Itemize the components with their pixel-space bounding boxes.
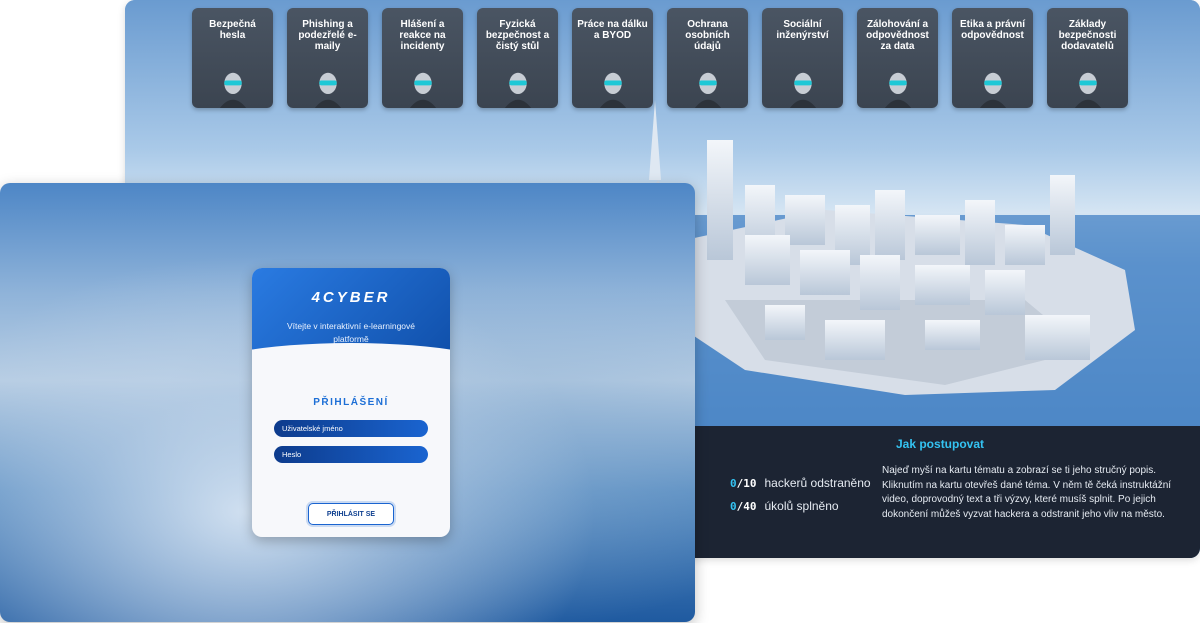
- screen: Bezpečná hesla Phishing a podezřelé e-ma…: [0, 0, 1200, 623]
- topic-card-remote-work[interactable]: Práce na dálku a BYOD: [572, 8, 653, 108]
- topic-card-social-engineering[interactable]: Sociální inženýrství: [762, 8, 843, 108]
- topic-card-physical-security[interactable]: Fyzická bezpečnost a čistý stůl: [477, 8, 558, 108]
- login-window: 4CYBER Vítejte v interaktivní e-learning…: [0, 183, 695, 622]
- login-button[interactable]: PŘIHLÁSIT SE: [308, 503, 394, 525]
- topic-title: Hlášení a reakce na incidenty: [399, 19, 446, 52]
- topic-title: Sociální inženýrství: [776, 19, 829, 41]
- topic-card-ethics[interactable]: Etika a právní odpovědnost: [952, 8, 1033, 108]
- topic-card-passwords[interactable]: Bezpečná hesla: [192, 8, 273, 108]
- progress-panel: 0/10 hackerů odstraněno 0/40 úkolů splně…: [695, 426, 1200, 558]
- topic-card-incidents[interactable]: Hlášení a reakce na incidenty: [382, 8, 463, 108]
- hacker-avatar-icon: [883, 72, 912, 108]
- tasks-stat: 0/40 úkolů splněno: [730, 499, 839, 513]
- topic-title: Základy bezpečnosti dodavatelů: [1058, 19, 1117, 52]
- topic-card-suppliers[interactable]: Základy bezpečnosti dodavatelů: [1047, 8, 1128, 108]
- brand-logo: 4CYBER: [311, 289, 391, 306]
- tasks-label: úkolů splněno: [764, 499, 839, 513]
- tasks-done-value: 0: [730, 500, 737, 513]
- topic-card-phishing[interactable]: Phishing a podezřelé e-maily: [287, 8, 368, 108]
- login-card: 4CYBER Vítejte v interaktivní e-learning…: [252, 268, 450, 537]
- howto-title: Jak postupovat: [896, 437, 985, 451]
- hacker-avatar-icon: [693, 72, 722, 108]
- topic-title: Bezpečná hesla: [209, 19, 256, 41]
- hacker-avatar-icon: [313, 72, 342, 108]
- tasks-total-value: /40: [736, 500, 757, 513]
- topic-title: Zálohování a odpovědnost za data: [866, 19, 929, 52]
- topic-title: Ochrana osobních údajů: [685, 19, 730, 52]
- topic-title: Phishing a podezřelé e-maily: [298, 19, 357, 52]
- hacker-avatar-icon: [978, 72, 1007, 108]
- howto-text: Najeď myší na kartu tématu a zobrazí se …: [882, 465, 1172, 520]
- hackers-total-value: /10: [736, 477, 757, 490]
- hackers-count: 0/10: [730, 477, 757, 490]
- hacker-avatar-icon: [503, 72, 532, 108]
- password-input[interactable]: [274, 446, 428, 463]
- hacker-avatar-icon: [218, 72, 247, 108]
- login-header-curve: [252, 343, 450, 403]
- topic-title: Práce na dálku a BYOD: [577, 19, 648, 41]
- welcome-text: Vítejte v interaktivní e-learningové pla…: [286, 321, 416, 344]
- topic-card-backup[interactable]: Zálohování a odpovědnost za data: [857, 8, 938, 108]
- hacker-avatar-icon: [1073, 72, 1102, 108]
- hacker-avatar-icon: [408, 72, 437, 108]
- hacker-avatar-icon: [788, 72, 817, 108]
- topic-title: Etika a právní odpovědnost: [959, 19, 1026, 41]
- hacker-avatar-icon: [598, 72, 627, 108]
- topic-title: Fyzická bezpečnost a čistý stůl: [485, 19, 550, 52]
- topic-card-personal-data[interactable]: Ochrana osobních údajů: [667, 8, 748, 108]
- hackers-label: hackerů odstraněno: [764, 476, 871, 490]
- login-title: PŘIHLÁŠENÍ: [313, 397, 389, 408]
- tasks-count: 0/40: [730, 500, 757, 513]
- topic-card-bar: Bezpečná hesla Phishing a podezřelé e-ma…: [192, 8, 1128, 108]
- hackers-stat: 0/10 hackerů odstraněno: [730, 476, 871, 490]
- hackers-done-value: 0: [730, 477, 737, 490]
- username-input[interactable]: [274, 420, 428, 437]
